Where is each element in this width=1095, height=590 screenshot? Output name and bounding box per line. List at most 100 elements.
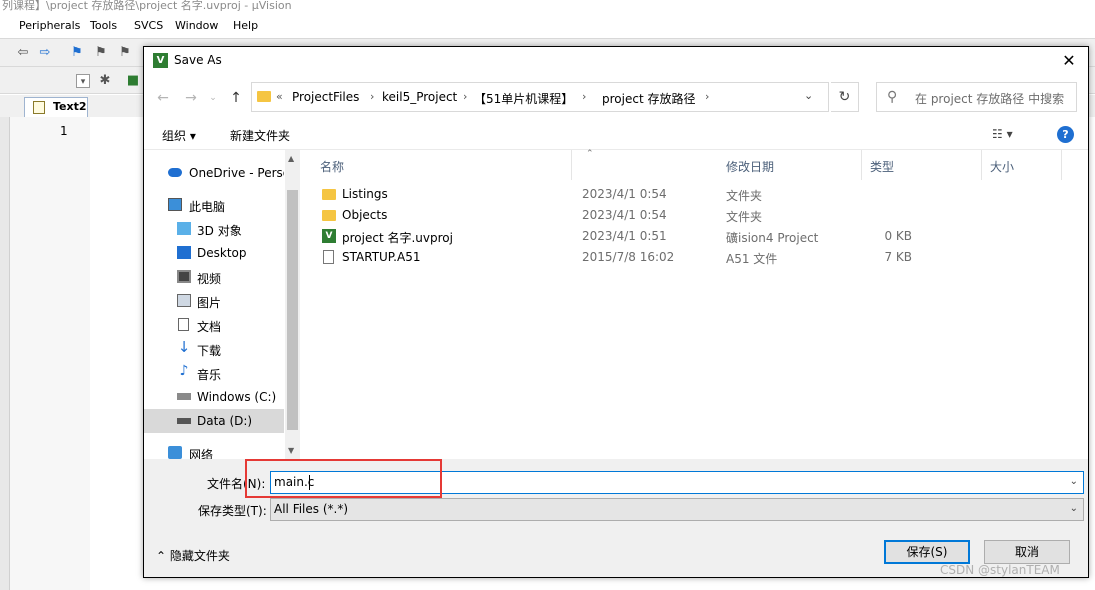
scroll-down-icon[interactable]: ▼ xyxy=(288,446,294,455)
text-file-icon xyxy=(33,101,45,114)
breadcrumb-keil5-project[interactable]: keil5_Project xyxy=(382,90,457,104)
column-header-date[interactable]: 修改日期 xyxy=(718,150,862,180)
menu-tools[interactable]: Tools xyxy=(90,19,117,32)
ide-menu-bar: Peripherals Tools SVCS Window Help xyxy=(0,15,1095,37)
chevron-right-icon[interactable]: › xyxy=(582,90,586,103)
file-row[interactable]: STARTUP.A51 2015/7/8 16:02 A51 文件 7 KB xyxy=(318,247,1078,268)
chevron-right-icon[interactable]: › xyxy=(705,90,709,103)
column-header-name[interactable]: 名称 xyxy=(312,150,572,180)
nav-item-pictures[interactable]: 图片 xyxy=(144,289,284,313)
new-folder-button[interactable]: 新建文件夹 xyxy=(230,127,290,144)
search-box[interactable]: ⚲ 在 project 存放路径 中搜索 xyxy=(876,82,1077,112)
bookmark-icon[interactable]: ⚑ xyxy=(70,46,84,60)
file-size: 7 KB xyxy=(884,250,912,264)
file-row[interactable]: Listings 2023/4/1 0:54 文件夹 xyxy=(318,184,1078,205)
up-arrow-icon[interactable]: ↑ xyxy=(227,89,245,107)
breadcrumb-projectfiles[interactable]: ProjectFiles xyxy=(292,90,359,104)
bookmark-next-icon[interactable]: ⚑ xyxy=(118,46,132,60)
chevron-right-icon[interactable]: › xyxy=(463,90,467,103)
column-header-type[interactable]: 类型 xyxy=(862,150,982,180)
target-dropdown-icon[interactable]: ▾ xyxy=(76,74,90,88)
refresh-icon[interactable]: ↻ xyxy=(831,82,859,112)
music-icon: ♪ xyxy=(179,363,189,379)
nav-item-onedrive[interactable]: OneDrive - Persona xyxy=(144,161,284,185)
help-icon[interactable]: ? xyxy=(1057,126,1074,143)
menu-help[interactable]: Help xyxy=(233,19,258,32)
file-row[interactable]: Vproject 名字.uvproj 2023/4/1 0:51 礦ision4 P… xyxy=(318,226,1078,247)
menu-svcs[interactable]: SVCS xyxy=(134,19,163,32)
back-arrow-icon[interactable]: ← xyxy=(154,89,172,107)
hide-folders-toggle[interactable]: ⌃ 隐藏文件夹 xyxy=(156,547,230,564)
breadcrumb-project-path[interactable]: project 存放路径 xyxy=(602,90,695,107)
line-number: 1 xyxy=(60,124,68,138)
chevron-down-icon[interactable]: ⌄ xyxy=(804,89,813,102)
highlight-annotation xyxy=(245,459,442,498)
close-icon[interactable]: ✕ xyxy=(1058,50,1080,72)
save-button[interactable]: 保存(S) xyxy=(884,540,970,564)
tab-text2-label: Text2 xyxy=(53,100,87,113)
back-icon[interactable]: ⇦ xyxy=(16,46,30,60)
drive-icon xyxy=(177,393,191,400)
tab-text2[interactable]: Text2 xyxy=(24,97,88,117)
scrollbar-thumb[interactable] xyxy=(287,190,298,430)
file-row[interactable]: Objects 2023/4/1 0:54 文件夹 xyxy=(318,205,1078,226)
cancel-button[interactable]: 取消 xyxy=(984,540,1070,564)
nav-item-desktop[interactable]: Desktop xyxy=(144,241,284,265)
recent-locations-icon[interactable]: ⌄ xyxy=(204,89,222,107)
file-date: 2023/4/1 0:51 xyxy=(582,229,667,243)
forward-arrow-icon[interactable]: → xyxy=(182,89,200,107)
menu-peripherals[interactable]: Peripherals xyxy=(19,19,80,32)
nav-label: 文档 xyxy=(197,320,222,334)
breadcrumb-overflow[interactable]: « xyxy=(276,90,283,103)
chevron-down-icon[interactable]: ⌄ xyxy=(1070,476,1078,487)
nav-item-documents[interactable]: 文档 xyxy=(144,313,284,337)
nav-item-3d-objects[interactable]: 3D 对象 xyxy=(144,217,284,241)
watermark: CSDN @stylanTEAM xyxy=(940,563,1060,577)
network-icon xyxy=(168,446,182,459)
nav-item-videos[interactable]: 视频 xyxy=(144,265,284,289)
scroll-up-icon[interactable]: ▲ xyxy=(288,154,294,163)
chevron-right-icon[interactable]: › xyxy=(370,90,374,103)
hide-folders-label: 隐藏文件夹 xyxy=(169,549,230,563)
nav-pane-scrollbar[interactable]: ▲ ▼ xyxy=(285,150,300,460)
menu-window[interactable]: Window xyxy=(175,19,218,32)
column-header-size[interactable]: 大小 xyxy=(982,150,1062,180)
file-type: 文件夹 xyxy=(726,210,763,224)
view-options-icon[interactable]: ☷ ▾ xyxy=(992,127,1013,141)
file-name: project 名字.uvproj xyxy=(342,231,453,245)
options-icon[interactable]: ✱ xyxy=(98,74,112,88)
filetype-label: 保存类型(T): xyxy=(198,504,267,518)
download-icon: ↓ xyxy=(177,338,191,356)
nav-label: OneDrive - Persona xyxy=(189,166,284,180)
filetype-value: All Files (*.*) xyxy=(274,502,349,516)
nav-item-this-pc[interactable]: 此电脑 xyxy=(144,193,284,217)
nav-label: 音乐 xyxy=(197,368,222,382)
filetype-select[interactable]: All Files (*.*) ⌄ xyxy=(270,498,1084,521)
chevron-down-icon[interactable]: ⌄ xyxy=(1070,503,1078,514)
pack-icon[interactable]: ■ xyxy=(126,74,140,88)
nav-label: 3D 对象 xyxy=(197,224,242,238)
navigation-bar: ← → ⌄ ↑ « ProjectFiles › keil5_Project ›… xyxy=(144,75,1088,121)
nav-label: 下载 xyxy=(197,344,222,358)
nav-item-data-d[interactable]: Data (D:) xyxy=(144,409,284,433)
search-placeholder: 在 project 存放路径 中搜索 xyxy=(915,92,1065,106)
forward-icon[interactable]: ⇨ xyxy=(38,46,52,60)
cloud-icon xyxy=(168,168,182,177)
dialog-title: Save As xyxy=(174,53,222,67)
desktop-icon xyxy=(177,246,191,259)
save-as-dialog: V Save As ✕ ← → ⌄ ↑ « ProjectFiles › kei… xyxy=(143,46,1089,578)
file-name: Listings xyxy=(342,187,388,201)
column-header-label: 大小 xyxy=(990,160,1015,174)
nav-item-downloads[interactable]: ↓ 下载 xyxy=(144,337,284,361)
address-bar[interactable]: « ProjectFiles › keil5_Project › 【51单片机课… xyxy=(251,82,829,112)
nav-label: Windows (C:) xyxy=(197,390,277,404)
folder-icon xyxy=(257,91,271,102)
organize-button[interactable]: 组织 ▾ xyxy=(162,127,196,144)
nav-item-music[interactable]: ♪ 音乐 xyxy=(144,361,284,385)
nav-item-windows-c[interactable]: Windows (C:) xyxy=(144,385,284,409)
bookmark-prev-icon[interactable]: ⚑ xyxy=(94,46,108,60)
breadcrumb-course[interactable]: 【51单片机课程】 xyxy=(474,90,573,107)
drive-icon xyxy=(177,418,191,424)
video-icon xyxy=(177,270,191,283)
picture-icon xyxy=(177,294,191,307)
